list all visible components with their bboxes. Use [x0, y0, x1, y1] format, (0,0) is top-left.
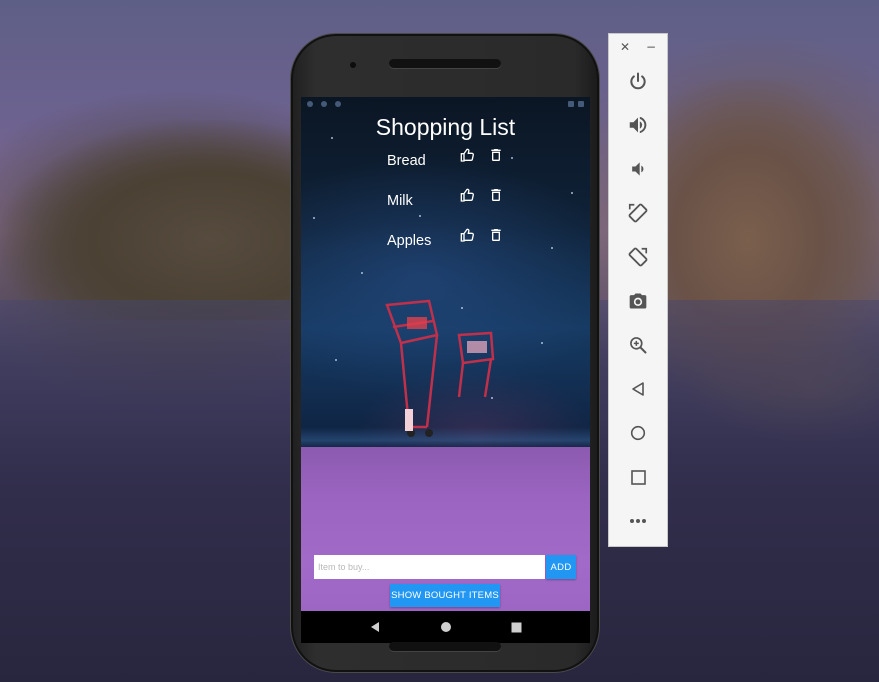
home-icon[interactable]: [435, 616, 457, 638]
item-name: Milk: [387, 193, 413, 209]
volume-down-icon[interactable]: [624, 155, 652, 183]
phone-frame: Shopping List Bread Milk Apples Item to …: [290, 33, 600, 673]
more-icon[interactable]: [624, 507, 652, 535]
status-icon: [335, 101, 341, 107]
home-icon[interactable]: [624, 419, 652, 447]
overview-icon[interactable]: [624, 463, 652, 491]
page-title: Shopping List: [375, 114, 516, 140]
list-item: Apples: [387, 228, 527, 255]
background-cliff-left: [0, 120, 300, 320]
signal-icon: [568, 101, 574, 107]
item-input[interactable]: [314, 555, 545, 579]
list-item: Milk: [387, 188, 527, 215]
thumb-up-icon[interactable]: [460, 187, 476, 203]
minimize-icon[interactable]: −: [646, 40, 656, 54]
bottom-speaker: [389, 642, 501, 651]
battery-icon: [578, 101, 584, 107]
emulator-toolbar: ✕ −: [608, 33, 668, 547]
thumb-up-icon[interactable]: [460, 227, 476, 243]
show-bought-items-button[interactable]: SHOW BOUGHT ITEMS: [390, 584, 500, 607]
item-input-container: [314, 555, 545, 579]
item-name: Apples: [387, 233, 432, 249]
front-camera: [350, 62, 356, 68]
volume-up-icon[interactable]: [624, 111, 652, 139]
app-screen: Shopping List Bread Milk Apples Item to …: [301, 97, 590, 611]
back-icon[interactable]: [624, 375, 652, 403]
add-button[interactable]: ADD: [546, 555, 576, 579]
thumb-up-icon[interactable]: [460, 147, 476, 163]
status-icon: [321, 101, 327, 107]
power-icon[interactable]: [624, 67, 652, 95]
trash-icon[interactable]: [488, 187, 504, 203]
back-icon[interactable]: [364, 616, 386, 638]
android-nav-bar: [301, 611, 590, 643]
trash-icon[interactable]: [488, 227, 504, 243]
rotate-right-icon[interactable]: [624, 243, 652, 271]
list-item: Bread: [387, 148, 527, 175]
rotate-left-icon[interactable]: [624, 199, 652, 227]
close-icon[interactable]: ✕: [620, 40, 630, 54]
item-name: Bread: [387, 153, 426, 169]
status-icon: [307, 101, 313, 107]
shopping-cart-illustration: [385, 299, 495, 437]
emulator-window-controls: ✕ −: [609, 34, 667, 60]
status-bar: [301, 97, 590, 111]
recents-icon[interactable]: [506, 616, 528, 638]
trash-icon[interactable]: [488, 147, 504, 163]
zoom-in-icon[interactable]: [624, 331, 652, 359]
status-indicators: [568, 101, 584, 107]
top-speaker: [389, 59, 501, 68]
camera-icon[interactable]: [624, 287, 652, 315]
